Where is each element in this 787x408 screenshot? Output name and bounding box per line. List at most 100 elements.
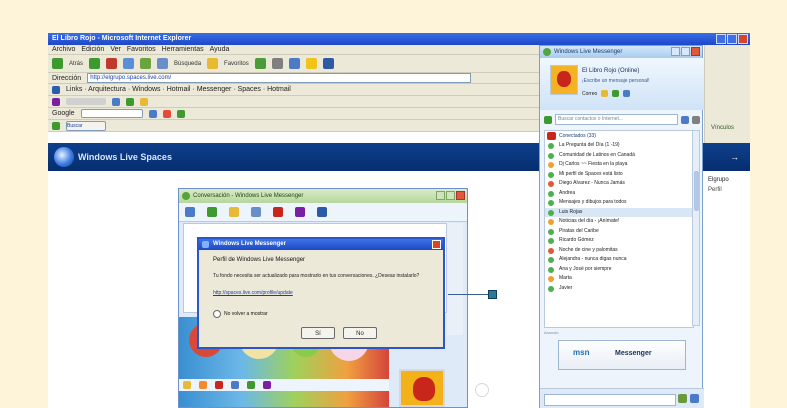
spaces-icon[interactable] — [612, 90, 620, 97]
call-icon[interactable] — [251, 207, 261, 217]
my-avatar[interactable] — [550, 65, 578, 95]
yahoo-icon[interactable] — [52, 97, 60, 106]
radio-icon[interactable] — [213, 310, 221, 318]
messenger-title-bar[interactable]: Windows Live Messenger — [540, 46, 702, 58]
menu-edit[interactable]: Edición — [81, 46, 104, 53]
bookmark-icon[interactable] — [126, 97, 134, 106]
advertisement-banner[interactable]: msn Messenger — [558, 340, 686, 370]
search-icon[interactable] — [157, 58, 169, 69]
send-files-icon[interactable] — [207, 207, 217, 217]
address-input[interactable]: http://elgrupo.spaces.live.com/ — [87, 73, 472, 83]
minimize-button[interactable] — [716, 34, 726, 44]
maximize-button[interactable] — [727, 34, 737, 44]
contact-list-scrollbar[interactable] — [692, 130, 700, 326]
google-search-input[interactable] — [80, 109, 143, 118]
web-search-input[interactable] — [544, 394, 676, 406]
contact-item[interactable]: Mensajes y dibujos para todos — [545, 198, 693, 208]
dialog-close-button[interactable] — [432, 240, 441, 249]
emoticon-icon[interactable] — [183, 381, 191, 389]
wink-icon[interactable] — [199, 381, 207, 389]
right-strip-label[interactable]: Vínculos — [711, 125, 734, 131]
favorites-icon[interactable] — [207, 58, 219, 69]
ie-title-bar[interactable]: El Libro Rojo - Microsoft Internet Explo… — [48, 33, 750, 45]
yes-button[interactable]: Sí — [301, 327, 335, 339]
messenger-minimize-button[interactable] — [671, 47, 680, 56]
mail-icon[interactable] — [271, 58, 283, 69]
background-icon[interactable] — [263, 381, 271, 389]
contact-item[interactable]: Mi perfil de Spaces está listo — [545, 170, 693, 180]
messenger-maximize-button[interactable] — [681, 47, 690, 56]
edit-icon[interactable] — [623, 90, 631, 97]
links-row[interactable]: Links · Arquitectura · Windows · Hotmail… — [66, 86, 291, 93]
mail-icon[interactable] — [601, 90, 609, 97]
menu-tools[interactable]: Herramientas — [162, 46, 204, 53]
home-icon[interactable] — [140, 58, 152, 69]
menu-file[interactable]: Archivo — [52, 46, 75, 53]
no-button[interactable]: No — [343, 327, 377, 339]
favorites-button[interactable]: Favoritos — [224, 61, 249, 67]
font-icon[interactable] — [247, 381, 255, 389]
contact-item[interactable]: Piratas del Caribe — [545, 227, 693, 237]
contact-item[interactable]: Andrea — [545, 189, 693, 199]
chat-close-button[interactable] — [456, 191, 465, 200]
block-icon[interactable] — [317, 207, 327, 217]
profile-link[interactable]: Perfil — [708, 187, 722, 193]
star-icon[interactable] — [140, 97, 148, 106]
messenger-icon[interactable] — [322, 58, 334, 69]
contact-group[interactable]: Conectados (33) — [545, 131, 693, 141]
contact-item[interactable]: Noticias del día - ¡Anímate! — [545, 217, 693, 227]
invite-icon[interactable] — [185, 207, 195, 217]
contact-item[interactable]: Alejandra - nunca digas nunca — [545, 255, 693, 265]
back-button[interactable]: Atrás — [69, 61, 83, 67]
menu-view[interactable]: Ver — [110, 46, 121, 53]
mail-status[interactable]: Correo — [582, 91, 597, 97]
search-button[interactable]: Búsqueda — [174, 61, 201, 67]
contact-item[interactable]: Marta — [545, 274, 693, 284]
google-search-icon[interactable] — [148, 109, 157, 118]
messenger-close-button[interactable] — [691, 47, 700, 56]
dont-show-again-checkbox[interactable]: No volver a mostrar — [213, 310, 268, 318]
yahoo-search-input[interactable] — [66, 98, 106, 105]
profile-name[interactable]: Elgrupo — [708, 177, 729, 183]
windows-live-logo-icon[interactable] — [54, 147, 74, 167]
small-square-icon[interactable] — [488, 290, 497, 299]
contact-item[interactable]: Noche de cine y palomitas — [545, 246, 693, 256]
display-name[interactable]: El Libro Rojo (Online) — [582, 68, 639, 74]
tab-spaces[interactable]: Buscar — [66, 120, 106, 131]
close-button[interactable] — [738, 34, 748, 44]
nudge-icon[interactable] — [215, 381, 223, 389]
dialog-link[interactable]: http://spaces.live.com/profile/update — [213, 290, 293, 296]
search-icon[interactable] — [544, 115, 552, 124]
print-icon[interactable] — [288, 58, 300, 69]
sign-out-arrow-icon[interactable]: → — [730, 152, 739, 162]
voice-clip-icon[interactable] — [231, 381, 239, 389]
personal-message[interactable]: ¡Escribe un mensaje personal! — [582, 78, 650, 84]
popup-blocker-icon[interactable] — [176, 109, 185, 118]
history-icon[interactable] — [254, 58, 266, 69]
contact-item[interactable]: Ana y José por siempre — [545, 265, 693, 275]
options-icon[interactable] — [690, 394, 699, 403]
chat-title-bar[interactable]: Conversación - Windows Live Messenger — [179, 189, 467, 203]
back-icon[interactable] — [52, 58, 63, 69]
spaces-title[interactable]: Windows Live Spaces — [78, 152, 172, 162]
folder-icon[interactable] — [305, 58, 317, 69]
forward-icon[interactable] — [89, 58, 101, 69]
add-contact-icon[interactable] — [681, 115, 689, 124]
games-icon[interactable] — [273, 207, 283, 217]
menu-help[interactable]: Ayuda — [210, 46, 230, 53]
contact-item[interactable]: Diego Alvarez - Nunca Jamás — [545, 179, 693, 189]
contact-item[interactable]: Ricardo Gómez — [545, 236, 693, 246]
activities-icon[interactable] — [295, 207, 305, 217]
contact-item[interactable]: Luis Rojas — [545, 207, 693, 217]
scrollbar-thumb[interactable] — [694, 171, 699, 211]
refresh-icon[interactable] — [123, 58, 135, 69]
web-search-icon[interactable] — [678, 394, 687, 403]
stop-icon[interactable] — [106, 58, 118, 69]
contact-item[interactable]: Dj Carlos ~~ Fiesta en la playa — [545, 160, 693, 170]
contact-item[interactable]: Comunidad de Latinos en Canadá — [545, 151, 693, 161]
webcam-icon[interactable] — [229, 207, 239, 217]
contact-item[interactable]: La Pregunta del Día (1 -19) — [545, 141, 693, 151]
contact-item[interactable]: Javier — [545, 284, 693, 294]
favorites-center-icon[interactable] — [52, 121, 60, 130]
contact-search-input[interactable]: Buscar contactos o Internet... — [555, 114, 678, 125]
